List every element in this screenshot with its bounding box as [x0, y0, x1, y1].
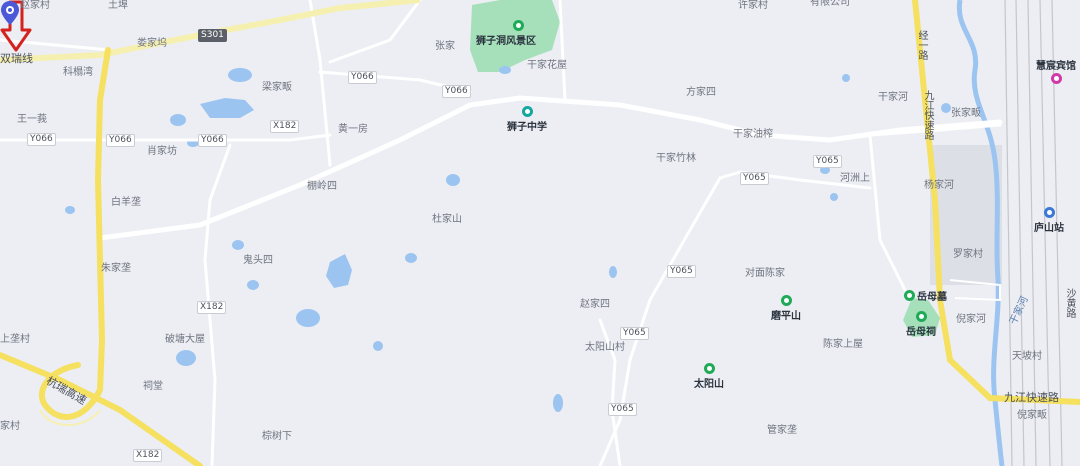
train-station-icon [1043, 207, 1055, 218]
place-label: 土埠 [108, 0, 128, 11]
place-label: 棕树下 [262, 431, 292, 442]
road-shield-y065: Y065 [608, 403, 637, 416]
place-label: 鬼头四 [243, 255, 273, 266]
road-shield-x182: X182 [197, 301, 227, 314]
place-label: 科榻湾 [63, 67, 93, 78]
place-label: 许家村 [738, 0, 768, 11]
place-label: 上垄村 [0, 334, 30, 345]
scenic-area-icon [904, 290, 915, 301]
road-shield-y065: Y065 [740, 172, 769, 185]
hotel-icon [1050, 73, 1062, 84]
road-shield-y066: Y066 [442, 85, 471, 98]
map-canvas[interactable]: 赵家村 土埠 双瑞线 娄家坞 科榻湾 王一莪 梁家畈 肖家坊 黄一房 张家 干家… [0, 0, 1080, 466]
place-label: 干家竹林 [656, 153, 696, 164]
location-pin-icon[interactable] [0, 0, 20, 26]
place-label: 王一莪 [17, 114, 47, 125]
poi-hotel[interactable]: 慧宸宾馆 [1036, 57, 1076, 84]
place-label: 干家花屋 [527, 60, 567, 71]
poi-taiyangshan[interactable]: 太阳山 [694, 363, 724, 390]
place-label: 对面陈家 [745, 268, 785, 279]
place-label: 方家四 [686, 87, 716, 98]
road-shield-y065: Y065 [813, 155, 842, 168]
place-label: 家村 [0, 421, 20, 432]
place-label: 祠堂 [143, 381, 163, 392]
place-label: 朱家垄 [101, 263, 131, 274]
place-label: 有限公司 [810, 0, 850, 8]
place-label: 罗家村 [953, 249, 983, 260]
poi-shizidong[interactable]: 狮子洞风景区 [476, 20, 536, 47]
place-label: 太阳山村 [585, 342, 625, 353]
place-label: 杨家河 [924, 180, 954, 191]
scenic-area-icon [915, 311, 927, 322]
place-label: 肖家坊 [147, 146, 177, 157]
place-label: 天坡村 [1012, 351, 1042, 362]
place-label: 管家垄 [767, 425, 797, 436]
place-label: 张家 [435, 41, 455, 52]
poi-yuemu-tomb[interactable]: 岳母墓 [904, 288, 947, 303]
road-shield-x182: X182 [133, 449, 163, 462]
place-label: 杜家山 [432, 214, 462, 225]
road-shield-x182: X182 [270, 120, 300, 133]
place-label: 白羊垄 [111, 197, 141, 208]
place-label: 张家畈 [951, 108, 981, 119]
road-label-jiujiang: 九江快速路 [1004, 391, 1059, 404]
place-label: 干家河 [878, 92, 908, 103]
poi-lushan-station[interactable]: 庐山站 [1034, 207, 1064, 234]
road-shield-y066: Y066 [198, 134, 227, 147]
place-label: 黄一房 [338, 124, 368, 135]
place-label: 赵家四 [580, 299, 610, 310]
road-shield-y066: Y066 [106, 134, 135, 147]
road-label: 双瑞线 [0, 52, 33, 65]
place-label: 梁家畈 [262, 82, 292, 93]
poi-yuemu-temple[interactable]: 岳母祠 [906, 311, 936, 338]
main-roads [97, 95, 1003, 241]
place-label: 破塘大屋 [165, 334, 205, 345]
place-label: 娄家坞 [137, 38, 167, 49]
road-label-jingyilu: 经一路 [916, 30, 927, 60]
school-icon [521, 106, 533, 117]
scenic-area-icon [513, 20, 524, 31]
poi-mopingshan[interactable]: 磨平山 [771, 295, 801, 322]
road-shield-y065: Y065 [620, 327, 649, 340]
place-label: 河洲上 [840, 173, 870, 184]
road-shield-y066: Y066 [27, 133, 56, 146]
mountain-icon [703, 363, 715, 374]
road-label-jiujiang-vertical: 九江快速路 [922, 90, 933, 140]
place-label: 赵家村 [20, 0, 50, 11]
mountain-icon [780, 295, 792, 306]
place-label: 倪家畈 [1017, 410, 1047, 421]
place-label: 干家油榨 [733, 129, 773, 140]
place-label: 棚岭四 [307, 181, 337, 192]
poi-shizi-school[interactable]: 狮子中学 [507, 106, 547, 133]
road-shield-y065: Y065 [667, 265, 696, 278]
road-shield-y066: Y066 [348, 71, 377, 84]
road-shield-s301: S301 [198, 29, 227, 42]
road-label-shahuang: 沙黄路 [1064, 288, 1075, 318]
place-label: 陈家上屋 [823, 339, 863, 350]
place-label: 倪家河 [956, 314, 986, 325]
